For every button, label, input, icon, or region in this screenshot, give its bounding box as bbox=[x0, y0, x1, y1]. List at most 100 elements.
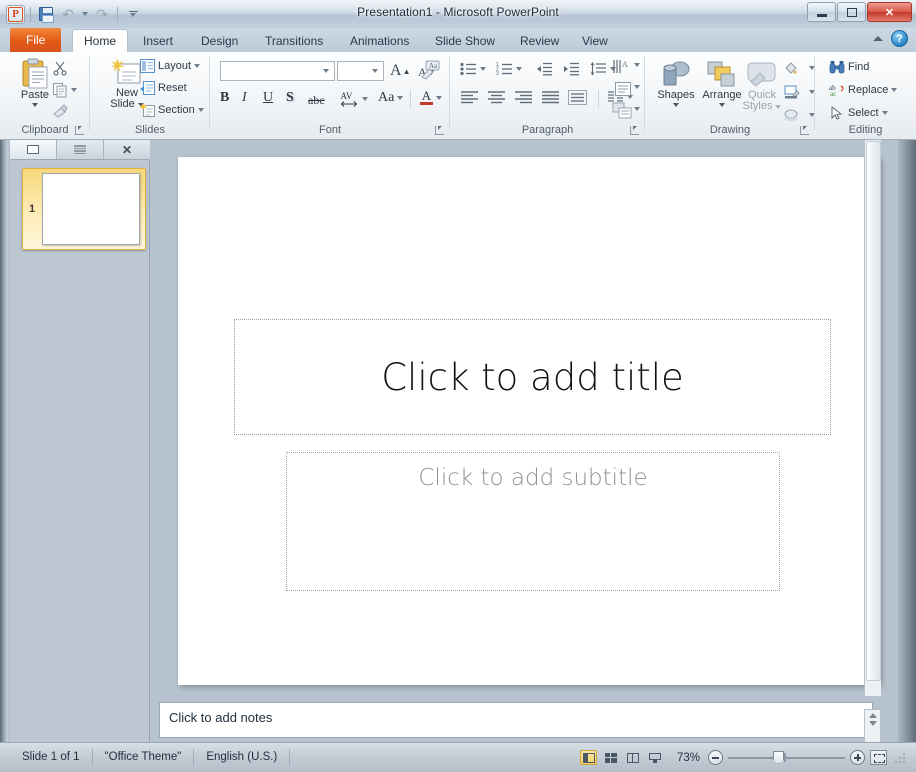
quick-styles-button[interactable]: Quick Styles bbox=[737, 60, 787, 112]
zoom-slider[interactable] bbox=[728, 750, 845, 765]
shape-effects-button[interactable] bbox=[783, 107, 815, 123]
tab-insert[interactable]: Insert bbox=[132, 29, 184, 52]
shape-fill-button[interactable] bbox=[783, 60, 815, 76]
zoom-in-button[interactable] bbox=[850, 750, 865, 765]
chevron-down-icon[interactable] bbox=[719, 103, 725, 107]
distribute-button[interactable] bbox=[568, 90, 587, 105]
tab-review[interactable]: Review bbox=[509, 29, 570, 52]
chevron-down-icon[interactable] bbox=[480, 67, 486, 71]
reading-view-button[interactable] bbox=[624, 750, 641, 765]
chevron-down-icon[interactable] bbox=[775, 104, 782, 109]
scrollbar-thumb[interactable] bbox=[866, 141, 881, 681]
notes-pane-splitter[interactable] bbox=[151, 696, 881, 701]
slide-edit-area[interactable]: Click to add title Click to add subtitle bbox=[151, 140, 881, 696]
tab-design[interactable]: Design bbox=[190, 29, 249, 52]
chevron-down-icon[interactable] bbox=[194, 64, 201, 68]
tab-outline[interactable] bbox=[57, 140, 104, 159]
shape-outline-button[interactable] bbox=[783, 84, 815, 100]
strikethrough-button[interactable]: abc bbox=[308, 93, 325, 108]
font-name-combo[interactable] bbox=[220, 61, 335, 81]
close-button[interactable]: ✕ bbox=[867, 2, 912, 22]
reset-button[interactable]: Reset bbox=[140, 81, 187, 95]
decrease-indent-button[interactable] bbox=[536, 62, 553, 76]
font-size-combo[interactable] bbox=[337, 61, 384, 81]
resize-grip[interactable] bbox=[894, 751, 906, 764]
help-button[interactable]: ? bbox=[891, 30, 908, 47]
bullets-button[interactable] bbox=[460, 62, 486, 76]
chevron-down-icon[interactable] bbox=[71, 88, 77, 92]
chevron-down-icon[interactable] bbox=[673, 103, 679, 107]
select-button[interactable]: Select bbox=[829, 106, 888, 120]
zoom-out-button[interactable] bbox=[708, 750, 723, 765]
paragraph-dialog-launcher[interactable] bbox=[630, 126, 639, 135]
chevron-down-icon[interactable] bbox=[634, 85, 640, 89]
tab-slide-show[interactable]: Slide Show bbox=[424, 29, 506, 52]
underline-button[interactable]: U bbox=[263, 90, 273, 106]
align-text-button[interactable] bbox=[612, 80, 634, 103]
tab-file[interactable]: File bbox=[10, 28, 62, 52]
align-left-button[interactable] bbox=[460, 90, 479, 105]
replace-button[interactable]: ab ac Replace bbox=[829, 83, 898, 97]
drawing-dialog-launcher[interactable] bbox=[800, 126, 809, 135]
italic-button[interactable]: I bbox=[242, 90, 247, 106]
tab-view[interactable]: View bbox=[571, 29, 619, 52]
slide-sorter-view-button[interactable] bbox=[602, 750, 619, 765]
zoom-slider-handle[interactable] bbox=[773, 751, 784, 764]
format-painter-button[interactable] bbox=[52, 104, 69, 120]
chevron-down-icon[interactable] bbox=[436, 95, 442, 100]
slides-pane-tabs[interactable]: ✕ bbox=[10, 140, 150, 160]
notes-input[interactable]: Click to add notes bbox=[159, 702, 881, 745]
chevron-down-icon[interactable] bbox=[516, 67, 522, 71]
chevron-down-icon[interactable] bbox=[362, 97, 368, 101]
font-color-button[interactable]: A bbox=[420, 89, 442, 105]
slide-show-view-button[interactable] bbox=[646, 750, 663, 765]
convert-smartart-button[interactable] bbox=[612, 102, 634, 125]
bold-button[interactable]: B bbox=[220, 90, 229, 106]
character-spacing-button[interactable]: AV bbox=[340, 90, 368, 108]
font-dialog-launcher[interactable] bbox=[435, 126, 444, 135]
chevron-down-icon[interactable] bbox=[197, 108, 204, 112]
chevron-down-icon[interactable] bbox=[323, 69, 329, 73]
slide-canvas[interactable]: Click to add title Click to add subtitle bbox=[178, 157, 880, 685]
cut-button[interactable] bbox=[52, 60, 68, 76]
minimize-ribbon-icon[interactable] bbox=[873, 36, 883, 41]
layout-button[interactable]: Layout bbox=[140, 59, 201, 73]
justify-button[interactable] bbox=[541, 90, 560, 105]
ribbon-tab-strip[interactable]: File Home Insert Design Transitions Anim… bbox=[0, 28, 916, 52]
chevron-down-icon[interactable] bbox=[32, 103, 38, 107]
tab-slides-thumbnails[interactable] bbox=[10, 140, 57, 159]
chevron-down-icon[interactable] bbox=[891, 88, 898, 92]
minimize-button[interactable] bbox=[807, 2, 836, 22]
ribbon-right-controls[interactable]: ? bbox=[873, 30, 908, 47]
notes-scrollbar[interactable] bbox=[864, 709, 881, 745]
align-right-button[interactable] bbox=[514, 90, 533, 105]
close-slides-pane-button[interactable]: ✕ bbox=[104, 140, 150, 159]
clipboard-dialog-launcher[interactable] bbox=[75, 126, 84, 135]
fit-to-window-button[interactable] bbox=[870, 750, 887, 765]
slide-thumbnail-1[interactable]: 1 bbox=[22, 168, 146, 250]
find-button[interactable]: Find bbox=[829, 60, 869, 74]
center-button[interactable] bbox=[487, 90, 506, 105]
chevron-down-icon[interactable] bbox=[372, 69, 378, 73]
tab-home[interactable]: Home bbox=[72, 29, 129, 52]
text-direction-button[interactable]: A bbox=[612, 58, 634, 81]
clear-all-formatting-button[interactable]: Aa bbox=[420, 60, 442, 85]
subtitle-placeholder[interactable]: Click to add subtitle bbox=[286, 452, 780, 591]
tab-animations[interactable]: Animations bbox=[339, 29, 420, 52]
grow-font-button[interactable]: A ▲ bbox=[390, 62, 410, 80]
scroll-up-icon[interactable] bbox=[868, 713, 877, 718]
title-placeholder[interactable]: Click to add title bbox=[234, 319, 831, 435]
chevron-down-icon[interactable] bbox=[634, 107, 640, 111]
status-language[interactable]: English (U.S.) bbox=[194, 749, 291, 766]
copy-button[interactable] bbox=[52, 82, 77, 98]
chevron-down-icon[interactable] bbox=[397, 96, 404, 100]
window-controls[interactable]: ✕ bbox=[807, 2, 912, 22]
section-button[interactable]: Section bbox=[140, 103, 204, 117]
text-shadow-button[interactable]: S bbox=[286, 90, 294, 106]
numbering-button[interactable]: 123 bbox=[496, 62, 522, 76]
maximize-button[interactable] bbox=[837, 2, 866, 22]
zoom-level-label[interactable]: 73% bbox=[668, 752, 700, 764]
chevron-down-icon[interactable] bbox=[634, 63, 640, 67]
slide-vertical-scrollbar[interactable] bbox=[864, 140, 881, 696]
tab-transitions[interactable]: Transitions bbox=[254, 29, 334, 52]
